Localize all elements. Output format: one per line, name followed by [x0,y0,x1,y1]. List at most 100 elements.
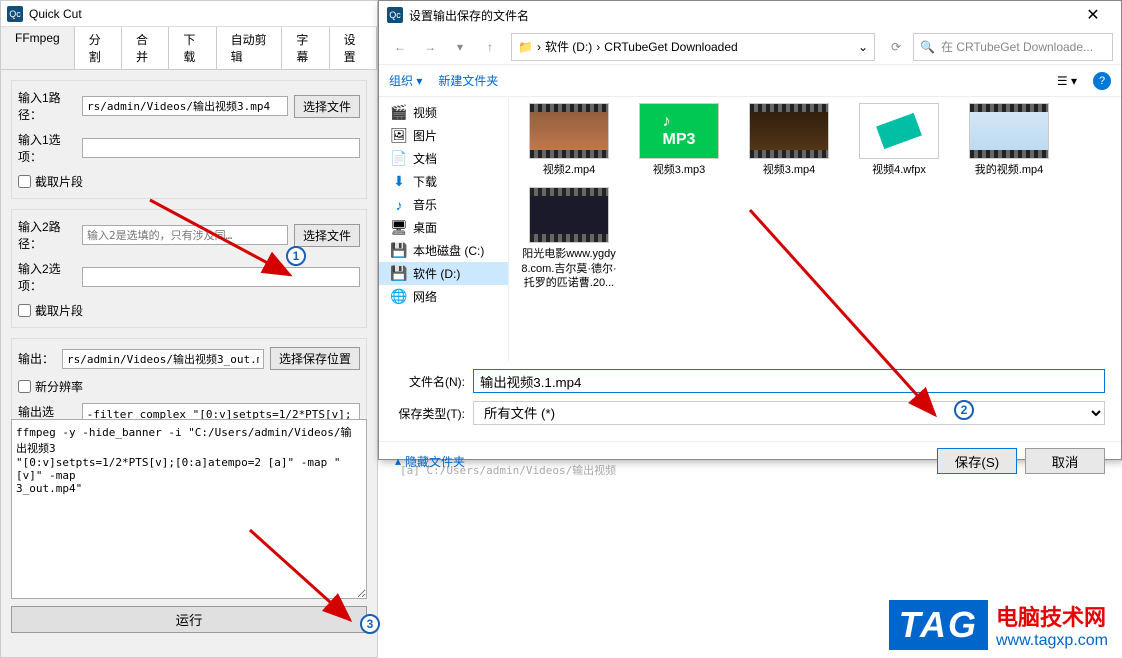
tree-disk-d[interactable]: 💾软件 (D:) [379,262,508,285]
up-icon[interactable]: ↑ [477,34,503,60]
watermark: TAG 电脑技术网 www.tagxp.com [889,600,1108,650]
dropdown-icon[interactable]: ▾ [447,34,473,60]
tree-network[interactable]: 🌐网络 [379,285,508,308]
cancel-button[interactable]: 取消 [1025,448,1105,474]
newres-label: 新分辨率 [35,378,83,395]
tag-url: www.tagxp.com [996,632,1108,650]
newres-checkbox[interactable] [18,380,31,393]
tree-documents[interactable]: 📄文档 [379,147,508,170]
file-grid: 视频2.mp4 ♪MP3 视频3.mp3 视频3.mp4 视频4.wfpx 我的… [509,97,1121,361]
picture-icon: 🖼 [391,128,407,144]
help-button[interactable]: ? [1093,72,1111,90]
output-label: 输出： [18,350,56,367]
breadcrumb-item[interactable]: 软件 (D:) [545,38,592,55]
file-name: 视频3.mp4 [763,163,816,177]
select-save-location-btn[interactable]: 选择保存位置 [270,347,360,370]
tree-disk-c[interactable]: 💾本地磁盘 (C:) [379,239,508,262]
dialog-toolbar: 组织 ▾ 新建文件夹 ☰ ▾ ? [379,65,1121,97]
input1-opts[interactable] [82,138,360,158]
save-button[interactable]: 保存(S) [937,448,1017,474]
network-icon: 🌐 [391,289,407,305]
breadcrumb[interactable]: 📁 › 软件 (D:) › CRTubeGet Downloaded ⌄ [511,33,875,61]
desktop-icon: 🖥 [391,220,407,236]
video-icon: 🎬 [391,105,407,121]
quickcut-window: Qc Quick Cut FFmpeg 分割 合并 下载 自动剪辑 字幕 设置 … [0,0,378,658]
disk-icon: 💾 [391,243,407,259]
dialog-actions: ▴ 隐藏文件夹 保存(S) 取消 [379,441,1121,480]
input2-opts[interactable] [82,267,360,287]
savetype-select[interactable]: 所有文件 (*) [473,401,1105,425]
close-button[interactable]: ✕ [1073,5,1113,25]
new-folder-button[interactable]: 新建文件夹 [438,72,498,89]
file-item[interactable]: 视频3.mp4 [739,103,839,177]
dialog-bottom: 文件名(N): 保存类型(T): 所有文件 (*) [379,361,1121,441]
file-item[interactable]: 阳光电影www.ygdy8.com.吉尔莫·德尔·托罗的匹诺曹.20... [519,187,619,290]
output-path[interactable] [62,349,264,369]
dialog-titlebar: Qc 设置输出保存的文件名 ✕ [379,1,1121,29]
dialog-icon: Qc [387,7,403,23]
input1-label: 输入1路径： [18,89,76,123]
command-text[interactable]: ffmpeg -y -hide_banner -i "C:/Users/admi… [11,419,367,599]
input1-select-file-btn[interactable]: 选择文件 [294,95,360,118]
tree-videos[interactable]: 🎬视频 [379,101,508,124]
file-name: 视频4.wfpx [872,163,926,177]
hide-folders-link[interactable]: ▴ 隐藏文件夹 [395,453,465,470]
clip2-label: 截取片段 [35,302,83,319]
input2-select-file-btn[interactable]: 选择文件 [294,224,360,247]
tab-ffmpeg[interactable]: FFmpeg [1,27,75,69]
input2-path[interactable] [82,225,288,245]
file-item[interactable]: 我的视频.mp4 [959,103,1059,177]
tab-split[interactable]: 分割 [75,27,122,69]
tab-settings[interactable]: 设置 [330,27,377,69]
folder-tree: 🎬视频 🖼图片 📄文档 ⬇下载 ♪音乐 🖥桌面 💾本地磁盘 (C:) 💾软件 (… [379,97,509,361]
dialog-title: 设置输出保存的文件名 [409,7,529,24]
clip1-label: 截取片段 [35,173,83,190]
tree-music[interactable]: ♪音乐 [379,193,508,216]
forward-icon[interactable]: → [417,34,443,60]
input2-opts-label: 输入2选项： [18,260,76,294]
file-item[interactable]: 视频4.wfpx [849,103,949,177]
clip2-checkbox[interactable] [18,304,31,317]
command-area: ffmpeg -y -hide_banner -i "C:/Users/admi… [11,419,367,633]
tree-desktop[interactable]: 🖥桌面 [379,216,508,239]
organize-button[interactable]: 组织 ▾ [389,72,422,89]
document-icon: 📄 [391,151,407,167]
savetype-label: 保存类型(T): [395,405,473,422]
tag-logo-box: TAG [889,600,988,650]
filename-input[interactable] [473,369,1105,393]
refresh-icon[interactable]: ⟳ [883,34,909,60]
file-name: 视频2.mp4 [543,163,596,177]
tree-pictures[interactable]: 🖼图片 [379,124,508,147]
save-dialog: Qc 设置输出保存的文件名 ✕ ← → ▾ ↑ 📁 › 软件 (D:) › CR… [378,0,1122,460]
file-name: 阳光电影www.ygdy8.com.吉尔莫·德尔·托罗的匹诺曹.20... [519,247,619,290]
folder-icon: 📁 [518,40,533,54]
input1-path[interactable] [82,96,288,116]
tab-autocut[interactable]: 自动剪辑 [217,27,283,69]
chevron-down-icon[interactable]: ⌄ [858,40,868,54]
input2-label: 输入2路径： [18,218,76,252]
music-icon: ♪ [391,197,407,213]
input1-opts-label: 输入1选项： [18,131,76,165]
clip1-checkbox[interactable] [18,175,31,188]
qc-tabs: FFmpeg 分割 合并 下载 自动剪辑 字幕 设置 [1,27,377,70]
dialog-nav: ← → ▾ ↑ 📁 › 软件 (D:) › CRTubeGet Download… [379,29,1121,65]
run-button[interactable]: 运行 [11,606,367,633]
annotation-marker-1: 1 [286,246,306,266]
download-icon: ⬇ [391,174,407,190]
file-item[interactable]: ♪MP3 视频3.mp3 [629,103,729,177]
file-name: 视频3.mp3 [653,163,706,177]
tree-downloads[interactable]: ⬇下载 [379,170,508,193]
breadcrumb-item[interactable]: CRTubeGet Downloaded [604,40,737,54]
search-box[interactable]: 🔍 在 CRTubeGet Downloade... [913,33,1113,61]
disk-icon: 💾 [391,266,407,282]
annotation-marker-3: 3 [360,614,380,634]
app-icon: Qc [7,6,23,22]
search-placeholder: 在 CRTubeGet Downloade... [941,38,1093,55]
back-icon[interactable]: ← [387,34,413,60]
tab-download[interactable]: 下载 [169,27,216,69]
tab-subtitle[interactable]: 字幕 [282,27,329,69]
file-item[interactable]: 视频2.mp4 [519,103,619,177]
search-icon: 🔍 [920,40,935,54]
tab-merge[interactable]: 合并 [122,27,169,69]
view-button[interactable]: ☰ ▾ [1057,74,1077,88]
